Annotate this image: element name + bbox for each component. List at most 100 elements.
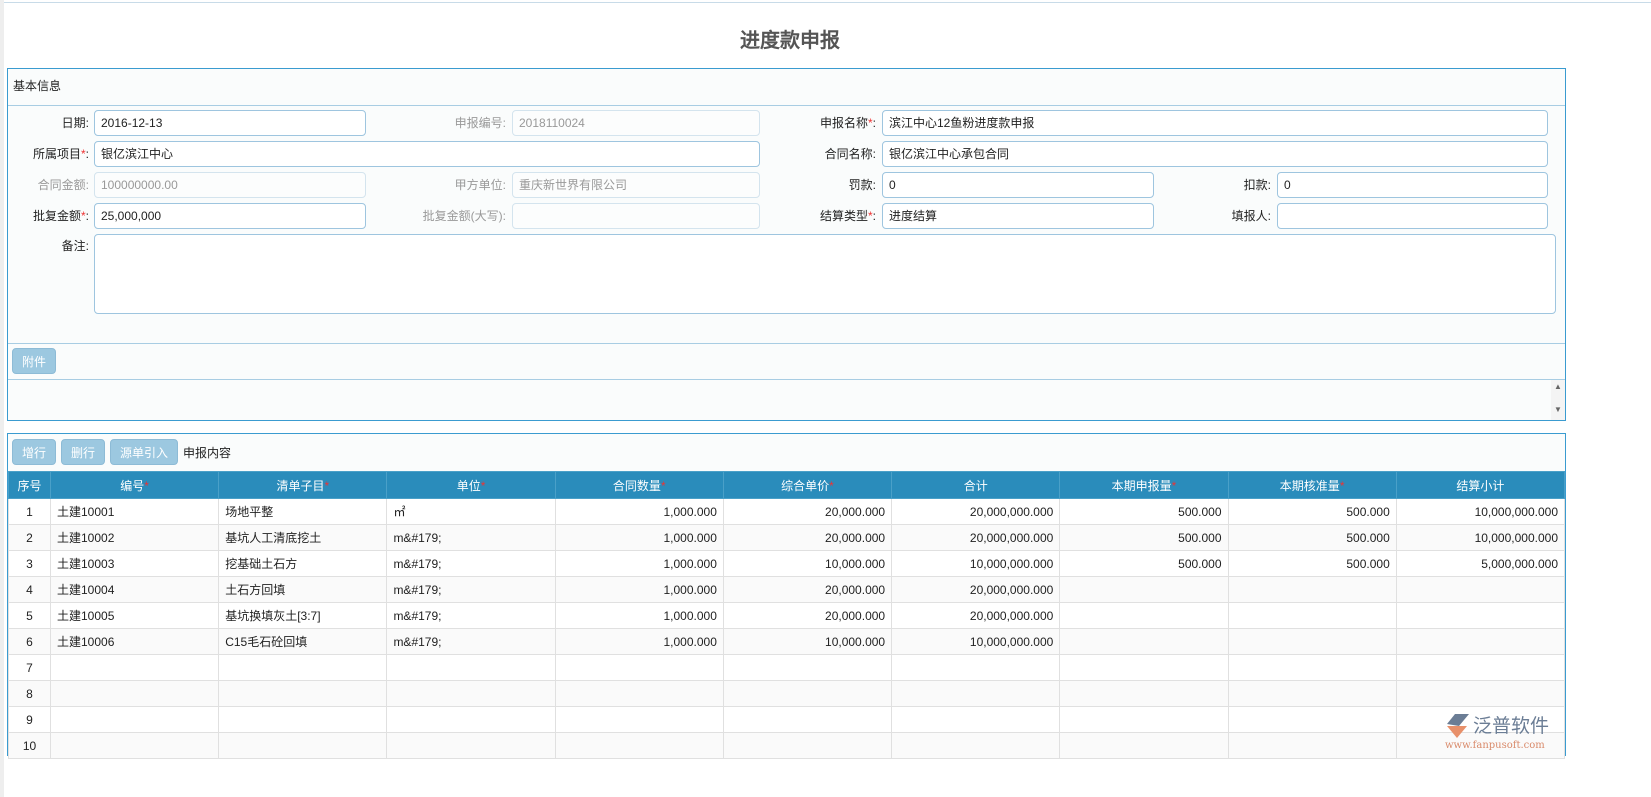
table-cell[interactable]: 500.000 <box>1059 524 1229 551</box>
table-cell[interactable] <box>386 732 556 759</box>
table-cell[interactable]: m&#179; <box>386 628 556 655</box>
table-cell[interactable]: 20,000,000.000 <box>891 524 1061 551</box>
table-cell[interactable] <box>1227 732 1397 759</box>
table-cell[interactable]: 1,000.000 <box>554 576 724 603</box>
table-cell[interactable]: 土建10005 <box>49 602 220 629</box>
table-cell[interactable] <box>1059 732 1229 759</box>
table-cell[interactable]: 20,000,000.000 <box>891 498 1061 525</box>
table-cell[interactable]: 5 <box>8 602 51 629</box>
table-cell[interactable] <box>1059 680 1229 707</box>
table-cell[interactable]: 500.000 <box>1059 498 1229 525</box>
table-row[interactable]: 9 <box>8 706 1566 733</box>
table-cell[interactable] <box>1227 654 1397 681</box>
table-cell[interactable] <box>49 654 220 681</box>
table-cell[interactable]: ㎡ <box>386 498 556 525</box>
table-cell[interactable] <box>891 706 1061 733</box>
table-cell[interactable]: 2 <box>8 524 51 551</box>
table-cell[interactable]: 20,000.000 <box>722 602 893 629</box>
table-cell[interactable] <box>891 654 1061 681</box>
table-cell[interactable]: 土石方回填 <box>218 576 388 603</box>
table-cell[interactable]: 1 <box>8 498 51 525</box>
table-row[interactable]: 4 土建10004 土石方回填 m&#179; 1,000.000 20,000.000 2… <box>8 576 1566 603</box>
table-cell[interactable]: 土建10006 <box>49 628 220 655</box>
table-cell[interactable] <box>1227 602 1397 629</box>
table-cell[interactable]: 土建10004 <box>49 576 220 603</box>
table-cell[interactable] <box>386 706 556 733</box>
table-cell[interactable]: 10,000,000.000 <box>1395 498 1566 525</box>
table-cell[interactable] <box>49 706 220 733</box>
table-cell[interactable]: 500.000 <box>1227 498 1397 525</box>
table-cell[interactable] <box>722 680 893 707</box>
table-cell[interactable]: 基坑换填灰土[3:7] <box>218 602 388 629</box>
table-cell[interactable]: 500.000 <box>1059 550 1229 577</box>
table-cell[interactable]: 5,000,000.000 <box>1395 550 1566 577</box>
table-cell[interactable] <box>1395 628 1566 655</box>
table-row[interactable]: 5 土建10005 基坑换填灰土[3:7] m&#179; 1,000.000 20,00… <box>8 602 1566 629</box>
table-row[interactable]: 3 土建10003 挖基础土石方 m&#179; 1,000.000 10,000.000… <box>8 550 1566 577</box>
filler-input[interactable] <box>1277 203 1548 229</box>
table-cell[interactable]: 10 <box>8 732 51 759</box>
table-cell[interactable] <box>386 654 556 681</box>
table-row[interactable]: 8 <box>8 680 1566 707</box>
table-cell[interactable]: 场地平整 <box>218 498 388 525</box>
table-cell[interactable] <box>1227 680 1397 707</box>
table-cell[interactable]: 3 <box>8 550 51 577</box>
table-cell[interactable]: 1,000.000 <box>554 550 724 577</box>
table-row[interactable]: 6 土建10006 C15毛石砼回填 m&#179; 1,000.000 10,000.0… <box>8 628 1566 655</box>
table-cell[interactable]: 基坑人工清底挖土 <box>218 524 388 551</box>
table-cell[interactable] <box>1395 680 1566 707</box>
table-cell[interactable] <box>891 680 1061 707</box>
table-cell[interactable] <box>1059 576 1229 603</box>
table-cell[interactable] <box>1059 628 1229 655</box>
table-cell[interactable]: 10,000,000.000 <box>1395 524 1566 551</box>
table-cell[interactable]: 10,000,000.000 <box>891 628 1061 655</box>
table-cell[interactable]: 土建10001 <box>49 498 220 525</box>
table-cell[interactable]: C15毛石砼回填 <box>218 628 388 655</box>
table-cell[interactable] <box>722 654 893 681</box>
table-cell[interactable]: 1,000.000 <box>554 628 724 655</box>
table-cell[interactable]: 20,000.000 <box>722 524 893 551</box>
table-cell[interactable] <box>1395 576 1566 603</box>
table-cell[interactable]: 1,000.000 <box>554 498 724 525</box>
table-cell[interactable] <box>1059 654 1229 681</box>
table-cell[interactable]: m&#179; <box>386 524 556 551</box>
table-cell[interactable] <box>1227 628 1397 655</box>
table-cell[interactable] <box>49 680 220 707</box>
table-cell[interactable] <box>218 680 388 707</box>
table-cell[interactable]: 土建10003 <box>49 550 220 577</box>
table-cell[interactable] <box>218 732 388 759</box>
table-cell[interactable]: 挖基础土石方 <box>218 550 388 577</box>
table-cell[interactable]: 500.000 <box>1227 524 1397 551</box>
table-cell[interactable]: 6 <box>8 628 51 655</box>
table-cell[interactable] <box>1227 576 1397 603</box>
table-cell[interactable] <box>49 732 220 759</box>
table-cell[interactable]: 10,000.000 <box>722 550 893 577</box>
table-cell[interactable]: 20,000,000.000 <box>891 576 1061 603</box>
table-cell[interactable] <box>1395 602 1566 629</box>
table-cell[interactable]: 20,000.000 <box>722 498 893 525</box>
table-cell[interactable]: 10,000,000.000 <box>891 550 1061 577</box>
table-cell[interactable]: m&#179; <box>386 576 556 603</box>
contract-input[interactable]: 银亿滨江中心承包合同 <box>882 141 1548 167</box>
table-cell[interactable] <box>218 706 388 733</box>
table-cell[interactable] <box>554 732 724 759</box>
table-cell[interactable]: 20,000,000.000 <box>891 602 1061 629</box>
table-cell[interactable] <box>1227 706 1397 733</box>
table-cell[interactable]: 7 <box>8 654 51 681</box>
table-cell[interactable] <box>554 654 724 681</box>
import-source-button[interactable]: 源单引入 <box>110 439 179 465</box>
table-cell[interactable]: 1,000.000 <box>554 524 724 551</box>
table-cell[interactable]: 土建10002 <box>49 524 220 551</box>
attachment-scrollbar[interactable]: ▲ ▼ <box>1551 380 1565 420</box>
table-cell[interactable] <box>1395 654 1566 681</box>
delete-row-button[interactable]: 删行 <box>61 439 106 465</box>
table-cell[interactable] <box>554 706 724 733</box>
table-row[interactable]: 10 <box>8 732 1566 759</box>
table-row[interactable]: 7 <box>8 654 1566 681</box>
table-cell[interactable]: 4 <box>8 576 51 603</box>
deduct-input[interactable]: 0 <box>1277 172 1548 198</box>
remark-textarea[interactable] <box>94 234 1556 314</box>
table-cell[interactable] <box>218 654 388 681</box>
table-cell[interactable]: 9 <box>8 706 51 733</box>
table-cell[interactable] <box>1059 706 1229 733</box>
